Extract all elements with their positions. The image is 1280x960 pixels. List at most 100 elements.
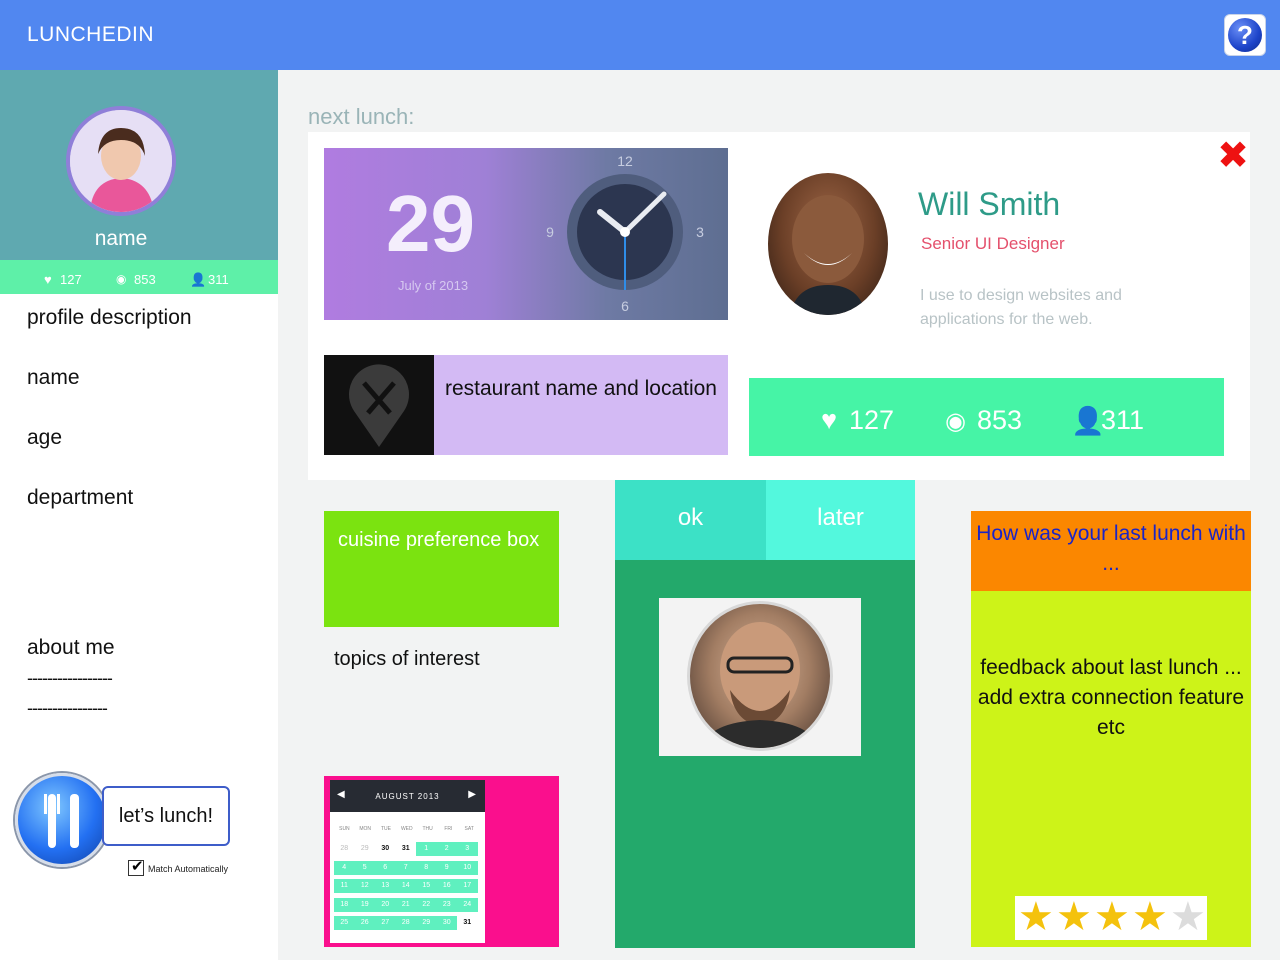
calendar-day[interactable]: 6 (375, 860, 396, 875)
calendar-day[interactable]: 5 (354, 860, 375, 875)
ok-button[interactable]: ok (615, 480, 766, 560)
calendar-day[interactable]: 29 (416, 916, 437, 930)
calendar-day[interactable]: 12 (354, 879, 375, 893)
calendar-day[interactable]: 21 (395, 897, 416, 912)
calendar-weekdays: SUN MON TUE WED THU FRI SAT (334, 826, 480, 832)
calendar-header: ◀ AUGUST 2013 ▶ (330, 780, 485, 812)
lunch-partner-photo[interactable] (768, 173, 888, 315)
calendar-day[interactable]: 16 (436, 879, 457, 893)
calendar-day[interactable]: 8 (416, 860, 437, 875)
calendar-day[interactable]: 14 (395, 879, 416, 893)
calendar-day[interactable]: 31 (396, 842, 417, 856)
profile-avatar[interactable] (66, 106, 176, 216)
weekday: MON (359, 826, 372, 832)
calendar-day[interactable]: 30 (375, 842, 396, 856)
weekday: SAT (464, 826, 474, 832)
weekday: TUE (380, 826, 391, 832)
calendar-next-icon[interactable]: ▶ (468, 789, 477, 800)
app-title: LUNCHEDIN (27, 23, 155, 46)
restaurant-info[interactable]: restaurant name and location (434, 355, 728, 455)
calendar-day[interactable]: 26 (354, 916, 375, 930)
user-icon: 👤 (1071, 406, 1105, 436)
friends-count: 311 (208, 272, 229, 287)
calendar-week-row: 11 12 13 14 15 16 17 (334, 879, 478, 893)
topics-of-interest: topics of interest (334, 648, 480, 670)
calendar-day[interactable]: 4 (334, 860, 355, 875)
likes-count: 127 (849, 405, 895, 435)
clock-number-3: 3 (696, 224, 704, 240)
calendar-day[interactable]: 7 (395, 860, 416, 875)
calendar-week-row: 28 29 30 31 1 2 3 (334, 842, 478, 856)
clock-number-9: 9 (546, 224, 554, 240)
lunch-partner-title: Senior UI Designer (921, 234, 1065, 253)
weekday: FRI (444, 826, 453, 832)
close-icon[interactable]: ✖ (1215, 137, 1251, 175)
about-line-1: ----------------- (27, 668, 113, 688)
eye-icon: ◉ (945, 408, 966, 435)
star-filled-icon[interactable]: ★ (1056, 896, 1092, 938)
weekday: SUN (339, 826, 350, 832)
lunch-partner-description: I use to design websites and application… (920, 287, 1122, 328)
views-count: 853 (977, 405, 1023, 435)
heart-icon: ♥ (44, 272, 52, 287)
profile-name: name (94, 227, 148, 250)
weekday: THU (422, 826, 433, 832)
profile-stats-bar: ♥ 127 ◉ 853 👤 311 (0, 260, 278, 294)
next-lunch-label: next lunch: (308, 104, 415, 129)
user-icon: 👤 (190, 272, 207, 287)
calendar-day[interactable]: 2 (436, 842, 457, 856)
heart-icon: ♥ (821, 405, 838, 435)
calendar-day[interactable]: 3 (457, 842, 478, 856)
calendar-day[interactable]: 23 (436, 897, 457, 912)
calendar-day[interactable]: 29 (355, 842, 376, 856)
calendar-day[interactable]: 11 (334, 879, 355, 893)
star-rating[interactable]: ★ ★ ★ ★ ★ (1015, 896, 1207, 940)
clock-number-6: 6 (621, 298, 629, 314)
calendar-day[interactable]: 9 (436, 860, 457, 875)
clock-number-12: 12 (617, 153, 633, 169)
calendar-day[interactable]: 15 (416, 879, 437, 893)
calendar-day[interactable]: 30 (436, 916, 457, 930)
match-automatically-checkbox[interactable]: ✔ (128, 858, 144, 876)
later-button[interactable]: later (766, 480, 915, 560)
calendar-day[interactable]: 25 (334, 916, 355, 930)
match-automatically-label: Match Automatically (148, 864, 229, 874)
lunch-date-text: July of 2013 (398, 278, 469, 293)
calendar-day[interactable]: 24 (457, 897, 478, 912)
feedback-header: How was your last lunch with ... (971, 511, 1251, 591)
calendar-day[interactable]: 31 (457, 916, 478, 930)
department-label: department (27, 486, 134, 509)
calendar-day[interactable]: 1 (416, 842, 437, 856)
calendar-day[interactable]: 22 (416, 897, 437, 912)
app-header (0, 0, 1280, 70)
star-filled-icon[interactable]: ★ (1094, 896, 1130, 938)
calendar-day[interactable]: 10 (457, 860, 478, 875)
calendar-day[interactable]: 20 (375, 897, 396, 912)
star-filled-icon[interactable]: ★ (1132, 896, 1168, 938)
eye-icon: ◉ (116, 272, 127, 286)
help-button[interactable]: ? (1224, 14, 1266, 56)
profile-description-label: profile description (27, 306, 192, 329)
calendar-day[interactable]: 27 (375, 916, 396, 930)
about-line-2: ---------------- (27, 698, 108, 718)
cuisine-preference-box[interactable]: cuisine preference box (324, 511, 559, 627)
checkmark-icon: ✔ (131, 858, 144, 875)
calendar-day[interactable]: 28 (395, 916, 416, 930)
feedback-body[interactable]: feedback about last lunch ... add extra … (971, 591, 1251, 947)
match-photo[interactable] (687, 601, 833, 751)
name-label: name (27, 366, 80, 389)
calendar-day[interactable]: 19 (354, 897, 375, 912)
weekday: WED (400, 826, 413, 832)
calendar-month: AUGUST 2013 (375, 792, 440, 801)
calendar-day[interactable]: 13 (375, 879, 396, 893)
calendar-day[interactable]: 17 (457, 879, 478, 893)
lets-lunch-button[interactable]: let’s lunch! (102, 786, 230, 846)
help-icon: ? (1228, 18, 1262, 52)
clock-icon: 12 3 6 9 (546, 153, 704, 314)
star-filled-icon[interactable]: ★ (1018, 896, 1054, 938)
calendar-day[interactable]: 28 (334, 842, 355, 856)
calendar-day[interactable]: 18 (334, 897, 355, 912)
star-empty-icon[interactable]: ★ (1170, 896, 1206, 938)
cutlery-icon[interactable] (15, 773, 109, 867)
age-label: age (27, 426, 63, 449)
